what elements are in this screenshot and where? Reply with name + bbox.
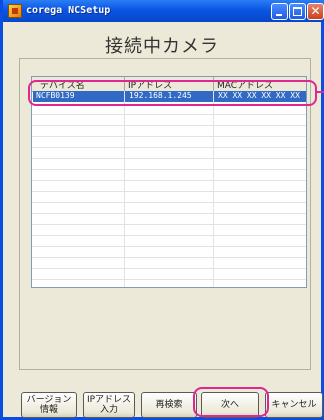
- research-button[interactable]: 再検索: [141, 392, 197, 418]
- app-icon: [8, 4, 22, 18]
- ip-address-input-label: IPアドレス 入力: [86, 395, 132, 415]
- cancel-label: キャンセル: [271, 400, 317, 410]
- ncsetup-window: corega NCSetup ✕ 接続中カメラ デバイス名 IPアドレス MAC…: [0, 0, 324, 420]
- maximize-button[interactable]: [289, 3, 306, 20]
- research-label: 再検索: [155, 400, 183, 410]
- title-bar[interactable]: corega NCSetup ✕: [3, 0, 324, 22]
- version-info-button[interactable]: バージョン 情報: [21, 392, 77, 418]
- callout-line: [316, 91, 324, 93]
- selected-row-highlight: [28, 80, 317, 106]
- close-button[interactable]: ✕: [307, 3, 324, 20]
- page-title: 接続中カメラ: [105, 36, 219, 57]
- window-title: corega NCSetup: [26, 5, 111, 16]
- cancel-button[interactable]: キャンセル: [265, 392, 323, 418]
- camera-list[interactable]: デバイス名 IPアドレス MACアドレス NCFB0139 192.168.1.…: [31, 76, 307, 288]
- minimize-button[interactable]: [271, 3, 288, 20]
- version-info-label: バージョン 情報: [26, 395, 72, 415]
- ip-address-input-button[interactable]: IPアドレス 入力: [83, 392, 135, 418]
- next-button-highlight: [193, 387, 269, 417]
- close-icon: ✕: [310, 4, 321, 18]
